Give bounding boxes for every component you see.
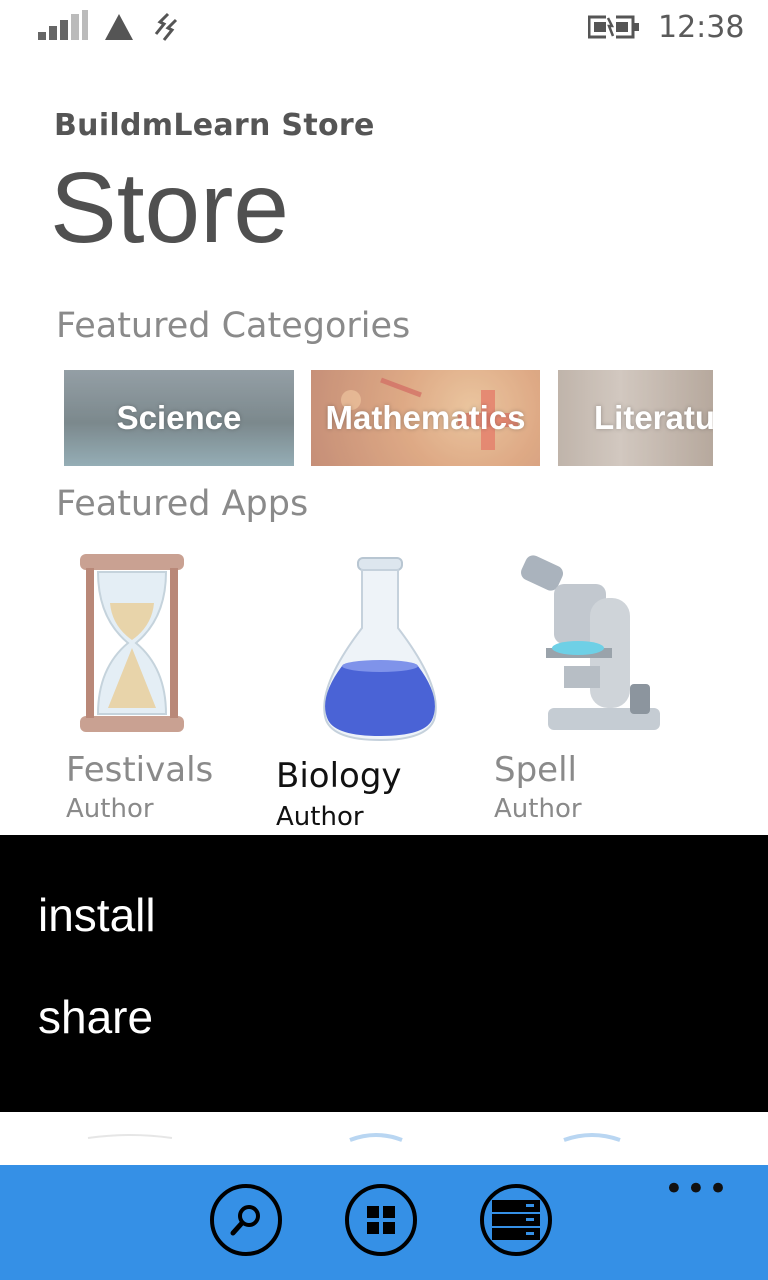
battery-charging-icon: [588, 14, 639, 40]
content-peek: [0, 1112, 768, 1165]
category-tile-literature[interactable]: Literatu: [558, 370, 713, 466]
status-bar: 12:38: [0, 0, 768, 56]
context-menu: [0, 835, 768, 1112]
flask-icon: [323, 557, 437, 742]
clock: 12:38: [658, 10, 745, 45]
search-button[interactable]: [210, 1184, 282, 1256]
category-tile-science[interactable]: Science: [64, 370, 294, 466]
app-author: Author: [276, 802, 364, 832]
app-name: Spell: [494, 750, 577, 790]
category-label-literature: Literatu: [594, 399, 713, 436]
menu-item-share[interactable]: share: [38, 990, 153, 1044]
category-label-mathematics: Mathematics: [325, 399, 526, 436]
list-button[interactable]: [480, 1184, 552, 1256]
warning-triangle-icon: [105, 14, 133, 40]
more-options-button[interactable]: •••: [664, 1172, 730, 1206]
app-item-biology[interactable]: Biology Author: [276, 548, 476, 832]
categories-button[interactable]: [345, 1184, 417, 1256]
app-title: BuildmLearn Store: [54, 108, 375, 143]
page-title: Store: [50, 152, 290, 264]
data-connection-icon: [154, 12, 178, 41]
app-author: Author: [66, 794, 154, 824]
featured-apps-title: Featured Apps: [56, 484, 309, 524]
app-name: Festivals: [66, 750, 214, 790]
featured-categories-title: Featured Categories: [56, 306, 411, 346]
app-item-spell[interactable]: Spell Author: [494, 548, 694, 824]
signal-icon: [38, 10, 88, 40]
category-label-science: Science: [116, 399, 242, 436]
search-icon: [230, 1205, 260, 1236]
app-name: Biology: [276, 756, 402, 796]
list-icon: [492, 1200, 540, 1240]
menu-item-install[interactable]: install: [38, 888, 156, 942]
hourglass-icon: [80, 554, 184, 732]
app-item-festivals[interactable]: Festivals Author: [66, 548, 266, 824]
categories-icon: [367, 1206, 395, 1234]
microscope-icon: [521, 555, 660, 730]
app-author: Author: [494, 794, 582, 824]
category-tile-mathematics[interactable]: Mathematics: [311, 370, 540, 466]
